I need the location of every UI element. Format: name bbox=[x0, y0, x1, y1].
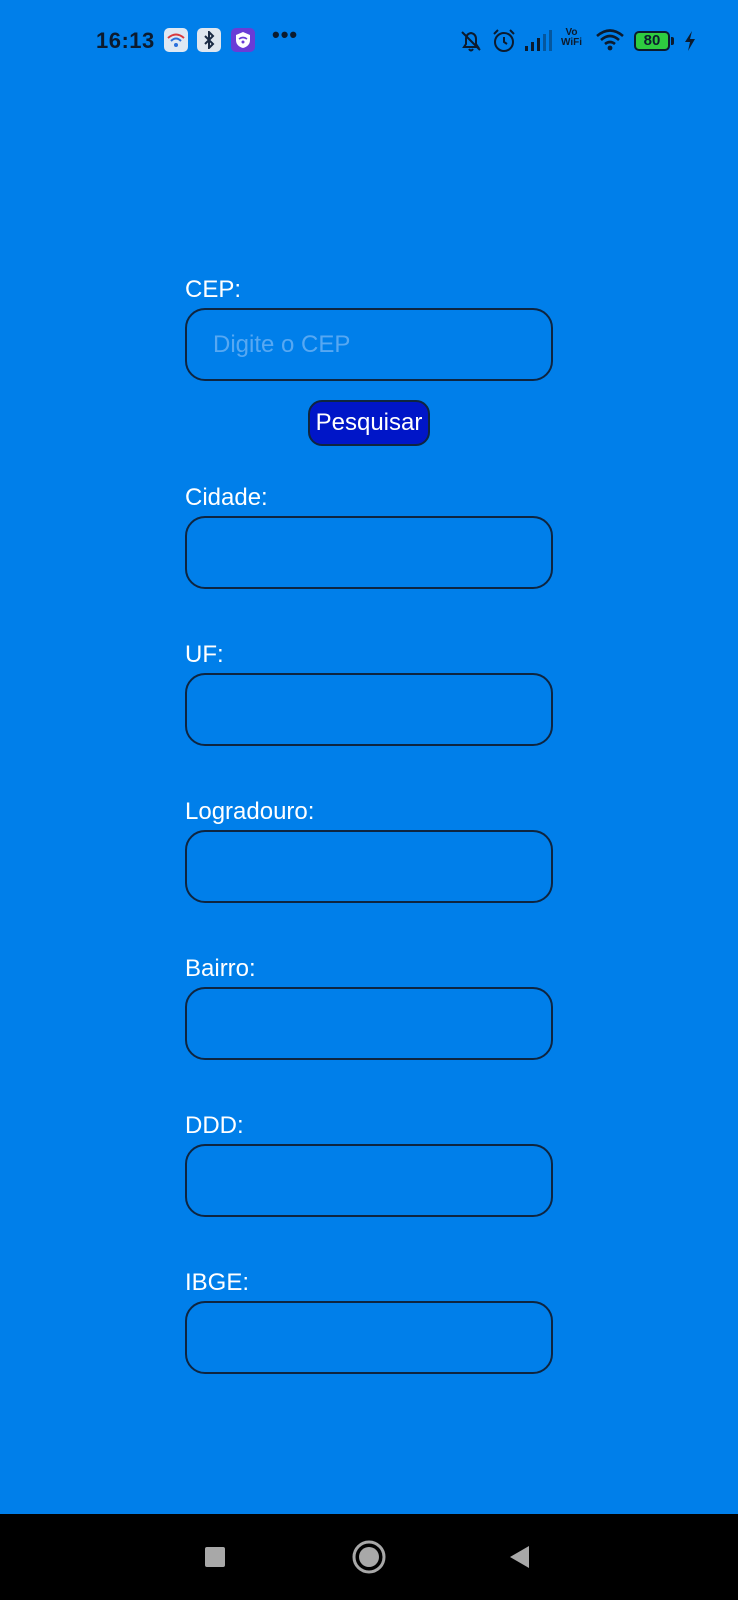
cep-label: CEP: bbox=[185, 276, 242, 303]
ddd-group: DDD: bbox=[185, 1112, 553, 1217]
status-time: 16:13 bbox=[96, 28, 155, 53]
ibge-label: IBGE: bbox=[185, 1269, 250, 1296]
bairro-input[interactable] bbox=[185, 987, 553, 1060]
recent-apps-button[interactable] bbox=[170, 1514, 260, 1600]
bluetooth-app-icon bbox=[197, 28, 221, 52]
navigation-bar bbox=[0, 1514, 738, 1600]
alarm-icon bbox=[491, 28, 517, 59]
uf-label: UF: bbox=[185, 641, 224, 668]
more-notifications-icon: ••• bbox=[272, 22, 299, 47]
uf-input[interactable] bbox=[185, 673, 553, 746]
signal-icon bbox=[524, 30, 554, 57]
ibge-group: IBGE: bbox=[185, 1269, 553, 1374]
status-bar: 16:13 ••• Vo WiFi 80 bbox=[0, 0, 738, 84]
cep-input[interactable] bbox=[185, 308, 553, 381]
vowifi-bottom-text: WiFi bbox=[561, 37, 583, 48]
logradouro-group: Logradouro: bbox=[185, 798, 553, 903]
home-button[interactable] bbox=[324, 1514, 414, 1600]
uf-group: UF: bbox=[185, 641, 553, 746]
battery-level: 80 bbox=[643, 32, 661, 49]
cidade-input[interactable] bbox=[185, 516, 553, 589]
wifi-app-icon bbox=[164, 28, 188, 52]
ibge-input[interactable] bbox=[185, 1301, 553, 1374]
bairro-label: Bairro: bbox=[185, 955, 256, 982]
cidade-group: Cidade: bbox=[185, 484, 553, 589]
back-button[interactable] bbox=[474, 1514, 564, 1600]
battery-cap bbox=[671, 37, 674, 45]
vowifi-icon: Vo WiFi bbox=[561, 28, 582, 48]
home-icon bbox=[352, 1540, 386, 1574]
search-row: Pesquisar bbox=[185, 400, 553, 446]
logradouro-input[interactable] bbox=[185, 830, 553, 903]
logradouro-label: Logradouro: bbox=[185, 798, 315, 825]
cidade-label: Cidade: bbox=[185, 484, 268, 511]
battery-icon: 80 bbox=[634, 31, 670, 51]
ddd-input[interactable] bbox=[185, 1144, 553, 1217]
wifi-icon bbox=[595, 28, 625, 57]
cep-group: CEP: bbox=[185, 276, 553, 381]
vpn-shield-app-icon bbox=[231, 28, 255, 52]
ddd-label: DDD: bbox=[185, 1112, 244, 1139]
charging-icon bbox=[683, 30, 697, 57]
notifications-off-icon bbox=[458, 28, 484, 59]
bairro-group: Bairro: bbox=[185, 955, 553, 1060]
recent-apps-icon bbox=[205, 1547, 225, 1567]
search-button[interactable]: Pesquisar bbox=[307, 400, 431, 446]
back-icon bbox=[510, 1546, 529, 1568]
cep-form: CEP: Pesquisar Cidade: UF: Logradouro: B… bbox=[185, 276, 553, 1374]
